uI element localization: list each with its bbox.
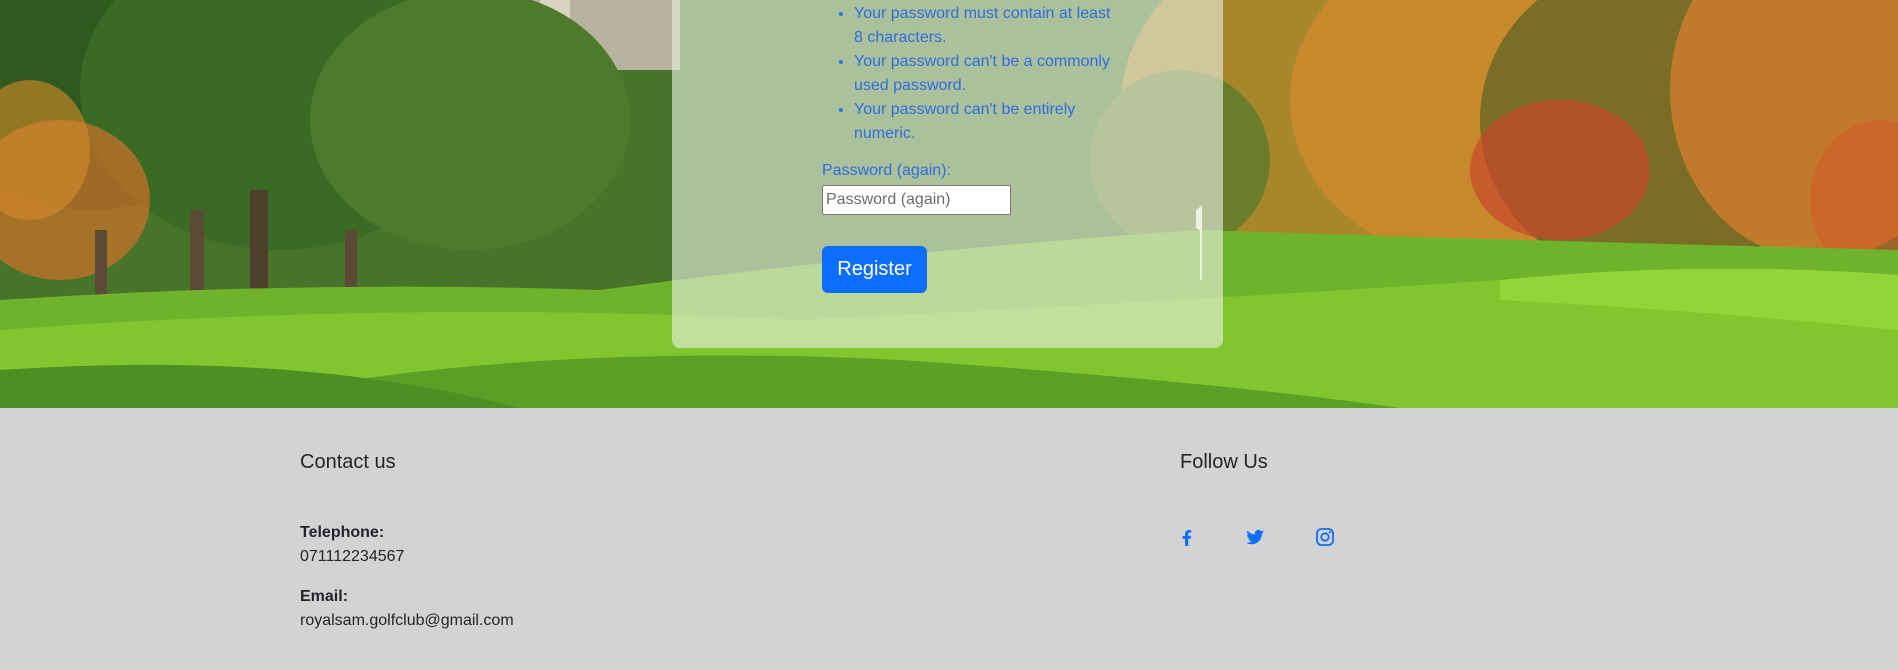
- telephone-label: Telephone:: [300, 524, 385, 541]
- twitter-icon: [1243, 525, 1267, 549]
- password-help-item: Your password can't be entirely numeric.: [854, 98, 1114, 146]
- email-label: Email:: [300, 588, 349, 605]
- password-help-item: Your password can't be a commonly used p…: [854, 50, 1114, 98]
- instagram-icon: [1313, 525, 1337, 549]
- facebook-icon: [1174, 525, 1198, 549]
- facebook-link[interactable]: [1174, 525, 1198, 549]
- registration-form-card: Your password must contain at least 8 ch…: [672, 0, 1223, 348]
- password-again-label: Password (again):: [822, 162, 951, 179]
- register-button[interactable]: Register: [822, 246, 927, 293]
- footer: Contact us Telephone: 071112234567 Email…: [0, 408, 1898, 670]
- twitter-link[interactable]: [1243, 525, 1267, 549]
- telephone-value: 071112234567: [300, 548, 405, 565]
- password-again-input[interactable]: [822, 185, 1011, 215]
- password-help-item: Your password must contain at least 8 ch…: [854, 2, 1114, 50]
- instagram-link[interactable]: [1313, 525, 1337, 549]
- page: Your password must contain at least 8 ch…: [0, 0, 1898, 670]
- password-help-list: Your password must contain at least 8 ch…: [822, 2, 1114, 146]
- email-value: royalsam.golfclub@gmail.com: [300, 612, 514, 629]
- follow-us-heading: Follow Us: [1180, 451, 1268, 473]
- contact-us-heading: Contact us: [300, 451, 396, 473]
